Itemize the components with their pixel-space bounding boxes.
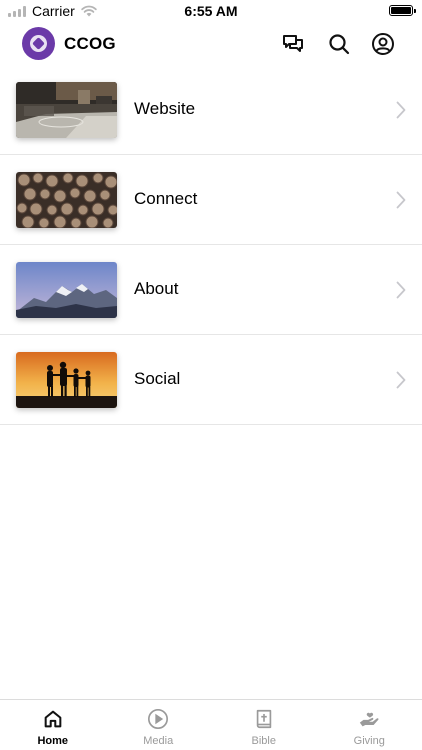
app-title: CCOG — [64, 34, 116, 53]
tab-home[interactable]: Home — [0, 700, 106, 750]
chevron-right-icon — [396, 101, 406, 119]
status-bar: Carrier 6:55 AM — [0, 0, 422, 22]
bible-icon — [256, 709, 271, 729]
tab-label: Giving — [353, 735, 385, 747]
menu-item-about[interactable]: About — [0, 245, 422, 335]
menu-item-label: Connect — [134, 189, 198, 208]
chevron-right-icon — [396, 371, 406, 389]
menu-item-label: About — [134, 279, 179, 298]
chat-icon[interactable] — [281, 32, 305, 56]
tab-label: Bible — [251, 735, 276, 747]
tab-giving[interactable]: Giving — [317, 700, 422, 750]
menu-item-website[interactable]: Website — [0, 65, 422, 155]
chevron-right-icon — [396, 281, 406, 299]
menu-item-label: Social — [134, 369, 181, 388]
status-time: 6:55 AM — [184, 3, 238, 19]
menu-item-connect[interactable]: Connect — [0, 155, 422, 245]
home-icon — [44, 710, 62, 728]
social-thumbnail — [16, 352, 117, 408]
search-icon[interactable] — [327, 32, 351, 56]
about-thumbnail — [16, 262, 117, 318]
tab-bible[interactable]: Bible — [211, 700, 317, 750]
battery-icon — [389, 5, 416, 16]
profile-icon[interactable] — [371, 32, 395, 56]
menu-item-social[interactable]: Social — [0, 335, 422, 425]
play-circle-icon — [148, 709, 169, 729]
tab-label: Media — [143, 735, 174, 747]
tab-label: Home — [37, 735, 69, 747]
tab-media[interactable]: Media — [106, 700, 212, 750]
app-logo[interactable] — [22, 27, 55, 60]
menu-list: Website Connect About Social — [0, 65, 422, 425]
connect-thumbnail — [16, 172, 117, 228]
tab-bar: Home Media Bible Giving — [0, 699, 422, 750]
website-thumbnail — [16, 82, 117, 138]
menu-item-label: Website — [134, 99, 196, 118]
nav-bar: CCOG — [0, 24, 422, 64]
chevron-right-icon — [396, 191, 406, 209]
giving-hand-icon — [360, 712, 379, 727]
